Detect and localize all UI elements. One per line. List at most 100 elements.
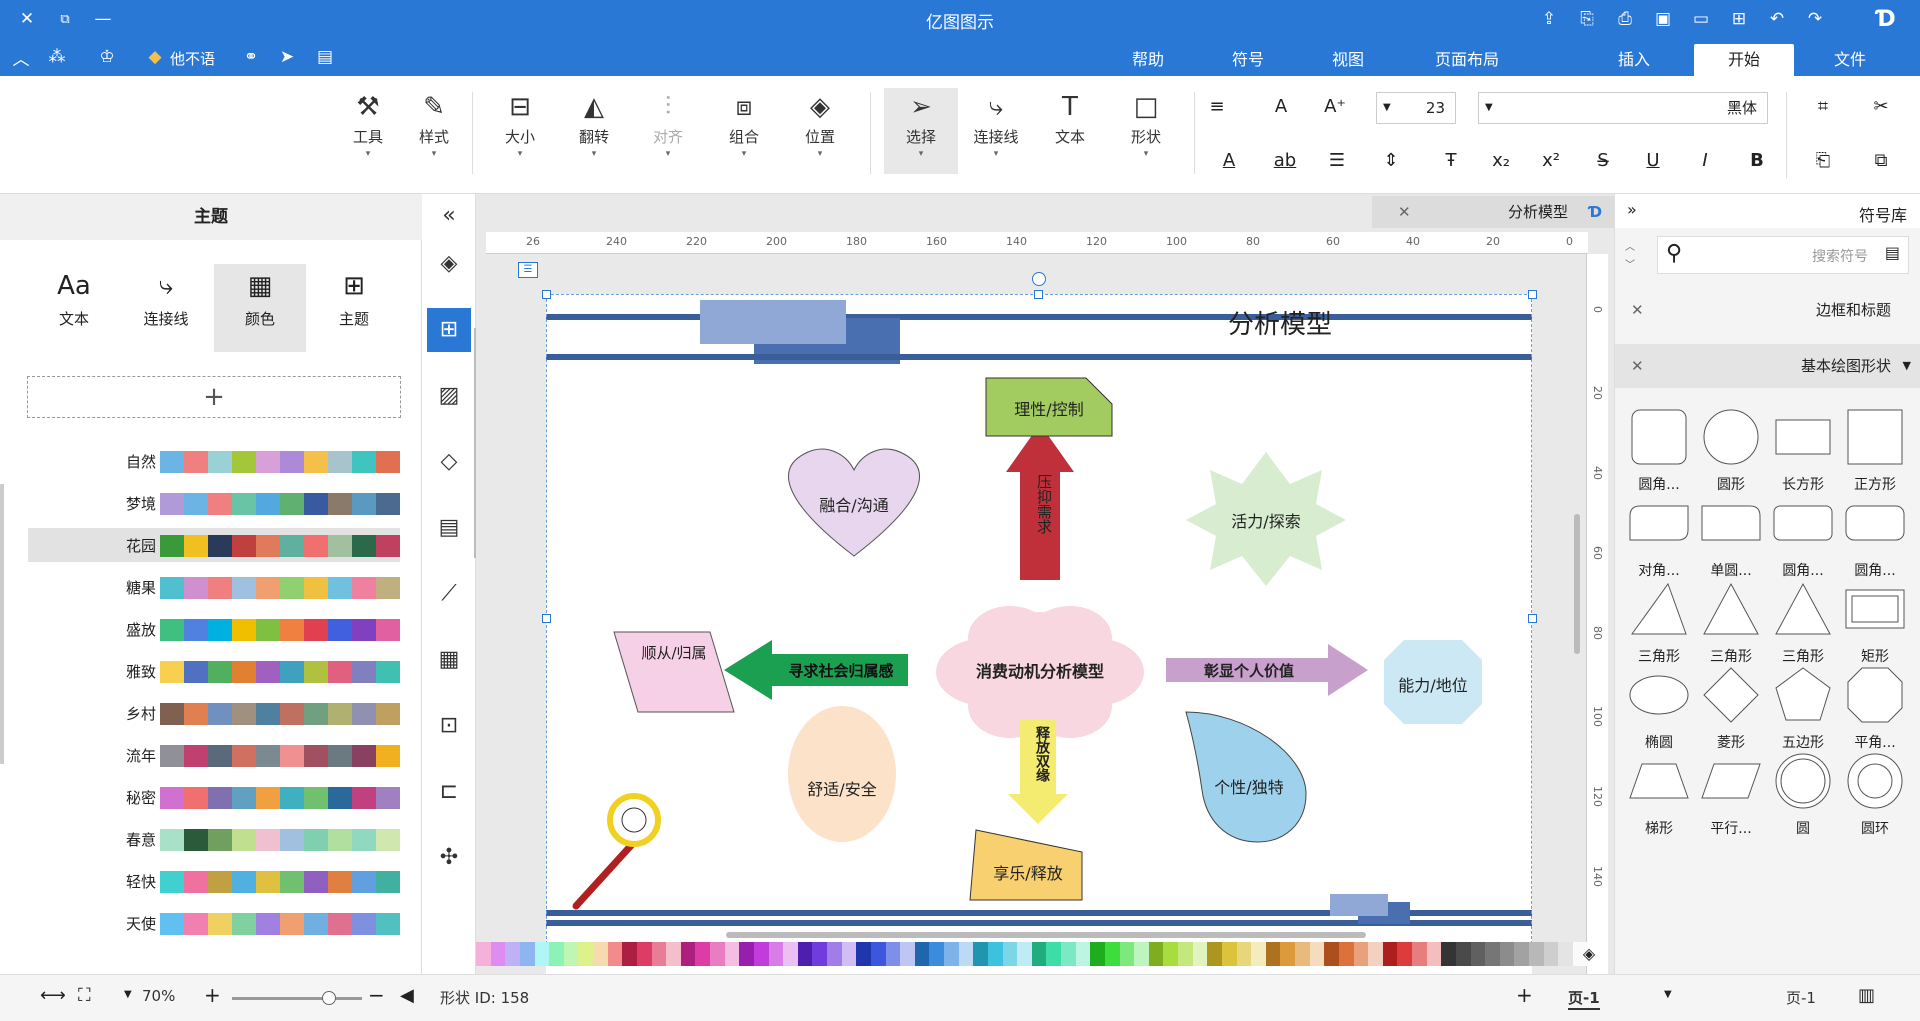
color-swatch[interactable]: [914, 942, 930, 966]
shape-item[interactable]: 三角形: [1627, 578, 1691, 678]
color-palette-bar[interactable]: [476, 942, 1588, 966]
color-swatch[interactable]: [1529, 942, 1544, 966]
page-dropdown-icon[interactable]: ▼: [1664, 989, 1672, 1000]
tab-page-layout[interactable]: 页面布局: [1412, 44, 1522, 76]
color-swatch[interactable]: [1338, 942, 1354, 966]
close-tab-icon[interactable]: ✕: [1398, 196, 1411, 228]
color-swatch[interactable]: [768, 942, 784, 966]
size-button[interactable]: ⊟ 大小 ▾: [490, 88, 550, 174]
page-options-icon[interactable]: ☰: [518, 262, 538, 278]
zoom-slider-handle[interactable]: [322, 991, 336, 1005]
color-swatch[interactable]: [563, 942, 579, 966]
zoom-in-icon[interactable]: +: [204, 983, 221, 1007]
format-painter-icon[interactable]: ⌗: [1806, 92, 1840, 122]
vertical-scrollbar[interactable]: [1574, 514, 1580, 654]
style-button[interactable]: ✎ 样式 ▾: [404, 88, 464, 174]
strikethrough-icon[interactable]: S̶: [1586, 146, 1620, 176]
cut-icon[interactable]: ✂: [1864, 92, 1898, 122]
color-swatch[interactable]: [973, 942, 988, 966]
palette-row[interactable]: 糖果: [28, 570, 400, 604]
color-swatch[interactable]: [1499, 942, 1515, 966]
color-swatch[interactable]: [958, 942, 974, 966]
chart-icon[interactable]: ⟋: [427, 572, 471, 616]
color-swatch[interactable]: [695, 942, 710, 966]
font-grow-icon[interactable]: A⁺: [1318, 92, 1352, 122]
font-name-select[interactable]: ▼ 黑体: [1478, 92, 1768, 124]
color-swatch[interactable]: [607, 942, 623, 966]
shape-item[interactable]: 长方形: [1771, 406, 1835, 506]
copy-icon[interactable]: ⧉: [1864, 146, 1898, 176]
shape-item[interactable]: 圆角...: [1627, 406, 1691, 506]
color-swatch[interactable]: [870, 942, 886, 966]
shape-item[interactable]: 梯形: [1627, 750, 1691, 850]
color-swatch[interactable]: [1514, 942, 1529, 966]
subscript-icon[interactable]: x₂: [1484, 146, 1518, 176]
color-swatch[interactable]: [593, 942, 608, 966]
scrollbar[interactable]: [0, 484, 4, 764]
theme-icon[interactable]: ⊞: [427, 308, 471, 352]
image-icon[interactable]: ▨: [427, 374, 471, 418]
color-swatch[interactable]: [885, 942, 901, 966]
color-swatch[interactable]: [1295, 942, 1310, 966]
tab-theme[interactable]: ⊞ 主题: [308, 264, 400, 352]
add-theme-button[interactable]: +: [27, 376, 401, 418]
color-swatch[interactable]: [680, 942, 696, 966]
shape-item[interactable]: 圆环: [1843, 750, 1907, 850]
group-button[interactable]: ⧈ 组合 ▾: [714, 88, 774, 174]
color-swatch[interactable]: [1309, 942, 1325, 966]
share-icon[interactable]: ⇪: [1532, 2, 1566, 36]
redo-icon[interactable]: ↷: [1798, 2, 1832, 36]
palette-row[interactable]: 轻快: [28, 864, 400, 898]
color-swatch[interactable]: [1397, 942, 1412, 966]
position-button[interactable]: ◈ 位置 ▾: [790, 88, 850, 174]
color-swatch[interactable]: [519, 942, 535, 966]
palette-row[interactable]: 雅致: [28, 654, 400, 688]
collapse-icon[interactable]: «: [427, 194, 471, 238]
add-page-icon[interactable]: +: [1516, 983, 1533, 1007]
italic-icon[interactable]: I: [1688, 146, 1722, 176]
color-swatch[interactable]: [900, 942, 915, 966]
color-swatch[interactable]: [1412, 942, 1427, 966]
close-section-icon[interactable]: ✕: [1631, 288, 1644, 332]
color-swatch[interactable]: [490, 942, 506, 966]
page-tab[interactable]: 页-1: [1568, 987, 1600, 1010]
color-swatch[interactable]: [1324, 942, 1339, 966]
font-size-select[interactable]: ▼ 23: [1376, 92, 1456, 124]
list-icon[interactable]: ☰: [1320, 146, 1354, 176]
collapse-ribbon-icon[interactable]: ︿: [6, 42, 36, 72]
shape-item[interactable]: 平行...: [1699, 750, 1763, 850]
color-swatch[interactable]: [944, 942, 959, 966]
play-icon[interactable]: ◀: [400, 985, 414, 1006]
resize-handle[interactable]: [1528, 614, 1537, 623]
zoom-dropdown-icon[interactable]: ▼: [124, 989, 132, 1000]
palette-row[interactable]: 流年: [28, 738, 400, 772]
close-section-icon[interactable]: ✕: [1631, 344, 1644, 388]
timeline-icon[interactable]: ⊏: [427, 770, 471, 814]
document-tab[interactable]: ✕ 分析模型 Ɗ: [1372, 196, 1614, 228]
shape-item[interactable]: 三角形: [1699, 578, 1763, 678]
fill-icon[interactable]: ◈: [427, 242, 471, 286]
bold-icon[interactable]: B: [1740, 146, 1774, 176]
superscript-icon[interactable]: x²: [1534, 146, 1568, 176]
export-icon[interactable]: ⎘: [1570, 2, 1604, 36]
color-swatch[interactable]: [1148, 942, 1164, 966]
color-swatch[interactable]: [841, 942, 857, 966]
color-swatch[interactable]: [1368, 942, 1383, 966]
apps-icon[interactable]: ⁂: [42, 42, 72, 72]
color-swatch[interactable]: [1221, 942, 1237, 966]
shape-item[interactable]: 五边形: [1771, 664, 1835, 764]
section-borders-titles[interactable]: ✕ 边框和标题: [1615, 288, 1920, 332]
palette-row[interactable]: 盛放: [28, 612, 400, 646]
color-swatch[interactable]: [987, 942, 1003, 966]
fill-bucket-icon[interactable]: ◈: [1576, 944, 1602, 966]
shirt-icon[interactable]: ♔: [92, 42, 122, 72]
color-swatch[interactable]: [651, 942, 667, 966]
tab-symbols[interactable]: 符号: [1198, 44, 1298, 76]
shape-item[interactable]: 平角...: [1843, 664, 1907, 764]
send-icon[interactable]: ➤: [272, 42, 302, 72]
org-icon[interactable]: ⊡: [427, 704, 471, 748]
connector-button[interactable]: ⤷ 连接线 ▾: [966, 88, 1026, 174]
color-swatch[interactable]: [549, 942, 564, 966]
color-swatch[interactable]: [578, 942, 593, 966]
palette-row[interactable]: 乡村: [28, 696, 400, 730]
